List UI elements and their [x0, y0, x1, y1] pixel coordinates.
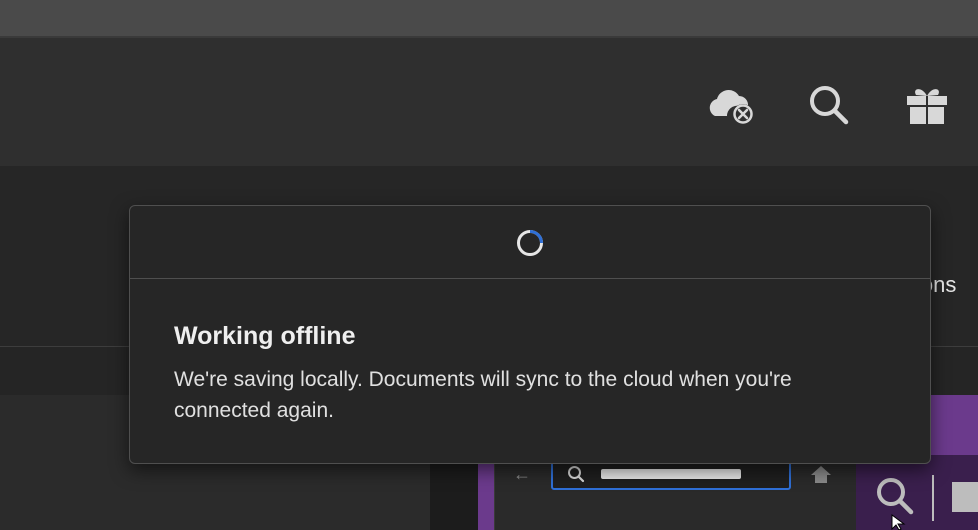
gift-icon — [907, 89, 947, 124]
search-icon — [877, 478, 914, 515]
home-icon — [811, 466, 831, 483]
preview-search-text — [601, 469, 741, 479]
back-arrow-icon: ← — [513, 464, 531, 484]
search-icon — [810, 86, 849, 125]
offline-dialog: Working offline We're saving locally. Do… — [129, 205, 931, 464]
loading-spinner-icon — [517, 230, 543, 256]
app-header — [0, 38, 978, 166]
cloud-status-button[interactable] — [703, 82, 757, 128]
divider — [932, 475, 934, 521]
window-titlebar — [0, 0, 978, 38]
mouse-cursor-icon — [891, 514, 906, 530]
dialog-header — [130, 206, 930, 279]
search-button[interactable] — [802, 82, 856, 128]
gift-button[interactable] — [900, 82, 954, 128]
cloud-offline-icon — [709, 90, 753, 124]
dialog-title: Working offline — [174, 322, 356, 350]
dialog-message: We're saving locally. Documents will syn… — [174, 368, 792, 422]
search-icon — [568, 466, 585, 483]
panel-icon — [952, 482, 978, 512]
